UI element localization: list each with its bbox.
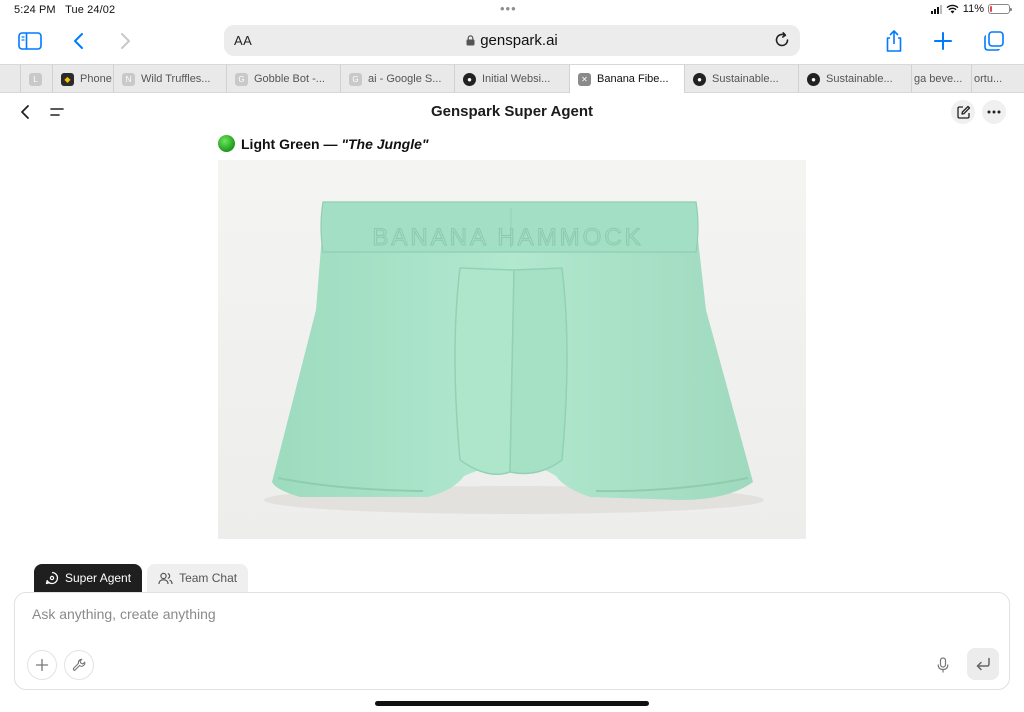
app-header: Genspark Super Agent — [0, 94, 1024, 130]
browser-toolbar: AA genspark.ai — [0, 22, 1024, 62]
tab-label: Wild Truffles... — [141, 73, 211, 85]
tab-favicon: L — [29, 72, 42, 86]
tab-label: Sustainable... — [712, 73, 779, 85]
tab-favicon: G — [235, 72, 248, 86]
boxer-brief-illustration: BANANA HAMMOCK — [264, 201, 764, 514]
plus-icon[interactable] — [929, 28, 957, 54]
green-circle-icon — [218, 135, 235, 152]
status-date: Tue 24/02 — [65, 4, 116, 16]
tab-label: Initial Websi... — [482, 73, 551, 85]
tab-item[interactable]: ◆ Phone — [52, 65, 113, 93]
battery-icon — [988, 4, 1012, 14]
tabs-overview-icon[interactable] — [980, 28, 1008, 54]
tab-label: Team Chat — [179, 571, 238, 585]
color-nickname: "The Jungle" — [341, 135, 429, 152]
tab-favicon: ● — [463, 72, 476, 86]
tab-item[interactable]: ● Sustainable... — [798, 65, 911, 93]
battery-level — [990, 6, 992, 12]
mode-tabs: Super Agent Team Chat — [34, 564, 249, 592]
reload-icon[interactable] — [772, 30, 792, 50]
ellipsis-icon — [987, 110, 1001, 114]
multitasking-dots-icon[interactable]: ••• — [500, 1, 517, 16]
new-chat-button[interactable] — [951, 100, 975, 124]
microphone-icon — [937, 656, 949, 672]
battery-percent: 11% — [962, 3, 984, 15]
cellular-signal-icon — [930, 4, 942, 14]
tab-label: Gobble Bot -... — [254, 73, 325, 85]
lock-icon — [466, 35, 475, 46]
chevron-left-icon[interactable] — [65, 28, 93, 54]
share-icon[interactable] — [880, 28, 908, 54]
tab-item[interactable]: ortu... — [971, 65, 1024, 93]
tab-item[interactable]: L — [20, 65, 52, 93]
plus-icon — [35, 658, 49, 672]
tab-item[interactable]: ● Initial Websi... — [454, 65, 569, 93]
url-display[interactable]: genspark.ai — [224, 32, 800, 49]
tab-item[interactable]: ga beve... — [911, 65, 971, 93]
tab-label: ai - Google S... — [368, 73, 442, 85]
chat-input[interactable] — [32, 606, 732, 622]
tab-label: Super Agent — [65, 571, 132, 585]
status-indicators: 11% — [930, 3, 1012, 15]
tab-strip: L ◆ Phone N Wild Truffles... G Gobble Bo… — [0, 64, 1024, 93]
status-bar: 5:24 PM Tue 24/02 ••• 11% — [0, 0, 1024, 22]
tab-label: Banana Fibe... — [597, 73, 669, 85]
more-options-button[interactable] — [982, 100, 1006, 124]
product-image: BANANA HAMMOCK — [218, 160, 806, 539]
tab-item[interactable]: G Gobble Bot -... — [226, 65, 340, 93]
home-indicator[interactable] — [375, 701, 649, 706]
wifi-icon — [946, 4, 959, 14]
chat-composer — [14, 592, 1010, 690]
page-title: Genspark Super Agent — [431, 103, 593, 120]
url-text: genspark.ai — [480, 32, 558, 49]
send-button[interactable] — [967, 648, 999, 680]
tab-label: Phone — [80, 73, 112, 85]
close-tab-icon[interactable]: ✕ — [578, 72, 591, 86]
tab-favicon: G — [349, 72, 362, 86]
status-time: 5:24 PM Tue 24/02 — [14, 4, 116, 16]
tab-favicon: ◆ — [61, 72, 74, 86]
tab-label: Sustainable... — [826, 73, 893, 85]
chevron-right-icon[interactable] — [111, 28, 139, 54]
tab-favicon: ● — [693, 72, 706, 86]
tab-item[interactable]: G ai - Google S... — [340, 65, 454, 93]
users-icon — [158, 572, 173, 584]
add-attachment-button[interactable] — [27, 650, 57, 680]
address-bar[interactable]: AA genspark.ai — [224, 25, 800, 56]
color-name: Light Green — — [241, 135, 342, 152]
tab-label: ga beve... — [914, 73, 963, 85]
tools-button[interactable] — [64, 650, 94, 680]
microphone-button[interactable] — [933, 655, 953, 675]
tab-item[interactable]: ● Sustainable... — [684, 65, 798, 93]
tab-favicon: ● — [807, 72, 820, 86]
agent-icon — [45, 571, 59, 585]
tab-item-active[interactable]: ✕ Banana Fibe... — [569, 65, 684, 93]
tab-label: ortu... — [974, 73, 1003, 85]
waistband-logo-text: BANANA HAMMOCK — [372, 224, 643, 251]
tab-favicon: N — [122, 72, 135, 86]
tab-super-agent[interactable]: Super Agent — [34, 564, 143, 592]
sidebar-icon[interactable] — [16, 28, 44, 54]
tab-team-chat[interactable]: Team Chat — [147, 564, 249, 592]
edit-icon — [956, 105, 970, 119]
wrench-icon — [72, 658, 86, 672]
tab-item[interactable]: N Wild Truffles... — [113, 65, 226, 93]
color-variant-heading: Light Green — "The Jungle" — [218, 135, 429, 152]
enter-icon — [976, 657, 990, 671]
